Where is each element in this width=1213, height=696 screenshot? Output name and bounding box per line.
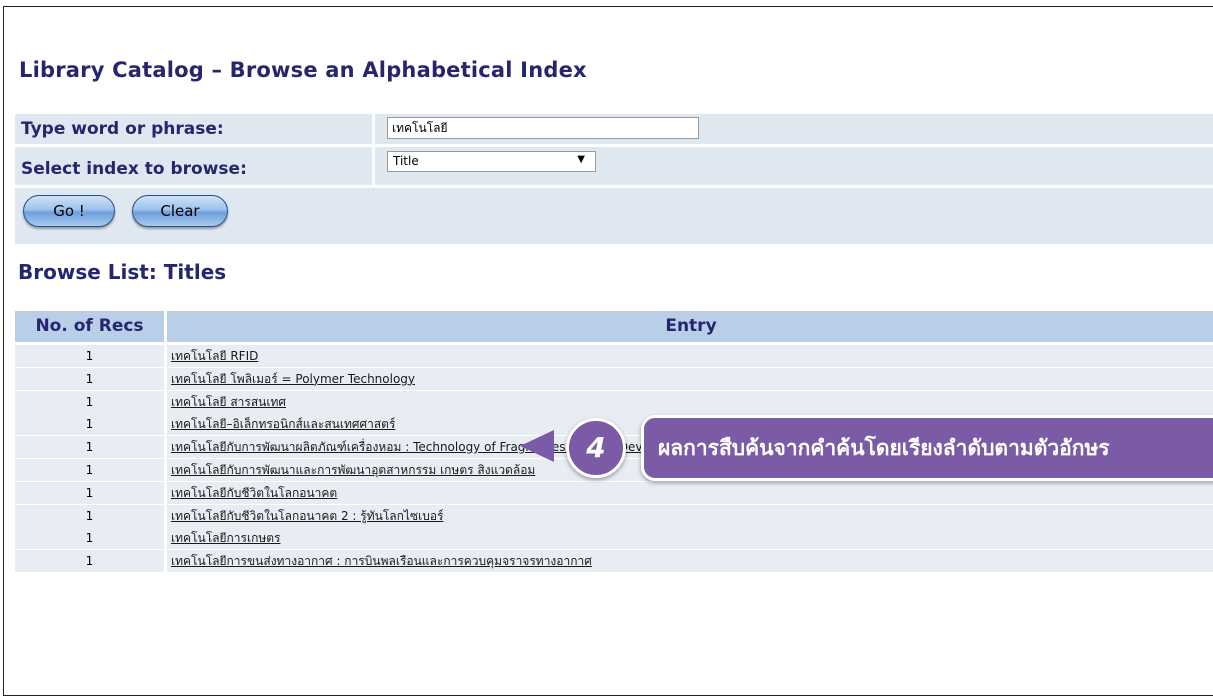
entry-cell: เทคโนโลยีการขนส่งทางอากาศ : การบินพลเรือ… — [167, 550, 1213, 573]
browse-list-title: Browse List: Titles — [18, 260, 227, 284]
callout-text: ผลการสืบค้นจากคำค้นโดยเรียงลำดับตามตัวอั… — [641, 415, 1213, 481]
recs-count: 1 — [15, 367, 164, 390]
results-header: No. of Recs Entry — [15, 311, 1213, 342]
entry-link[interactable]: เทคโนโลยี RFID — [171, 349, 258, 363]
recs-count: 1 — [15, 504, 164, 527]
page-title: Library Catalog – Browse an Alphabetical… — [19, 58, 587, 82]
column-header-recs: No. of Recs — [15, 311, 164, 342]
index-label: Select index to browse: — [21, 159, 247, 179]
table-row: 1 เทคโนโลยี สารสนเทศ — [15, 390, 1213, 413]
index-select[interactable]: Title ▼ — [387, 151, 596, 172]
index-select-value: Title — [393, 154, 419, 168]
recs-count: 1 — [15, 390, 164, 413]
entry-link[interactable]: เทคโนโลยีการเกษตร — [171, 531, 280, 545]
entry-link[interactable]: เทคโนโลยีกับชีวิตในโลกอนาคต 2 : รู้ทันโล… — [171, 509, 443, 523]
entry-cell: เทคโนโลยีกับชีวิตในโลกอนาคต — [167, 481, 1213, 504]
callout-arrow-icon — [520, 430, 554, 462]
entry-link[interactable]: เทคโนโลยี สารสนเทศ — [171, 395, 286, 409]
entry-cell: เทคโนโลยีกับชีวิตในโลกอนาคต 2 : รู้ทันโล… — [167, 504, 1213, 527]
table-row: 1 เทคโนโลยี RFID — [15, 345, 1213, 367]
dropdown-arrow-icon: ▼ — [577, 154, 585, 165]
entry-cell: เทคโนโลยี โพลิเมอร์ = Polymer Technology — [167, 367, 1213, 390]
button-row: Go ! Clear — [15, 188, 1213, 244]
recs-count: 1 — [15, 436, 164, 459]
index-row: Select index to browse: Title ▼ — [15, 147, 1213, 185]
entry-cell: เทคโนโลยี สารสนเทศ — [167, 390, 1213, 413]
table-row: 1 เทคโนโลยีกับชีวิตในโลกอนาคต 2 : รู้ทันโ… — [15, 504, 1213, 527]
entry-link[interactable]: เทคโนโลยี–อิเล็กทรอนิกส์และสนเทศศาสตร์ — [171, 417, 395, 431]
table-row: 1 เทคโนโลยีการเกษตร — [15, 527, 1213, 550]
go-button[interactable]: Go ! — [23, 195, 115, 227]
entry-link[interactable]: เทคโนโลยี โพลิเมอร์ = Polymer Technology — [171, 372, 415, 386]
table-row: 1 เทคโนโลยีการขนส่งทางอากาศ : การบินพลเรื… — [15, 550, 1213, 573]
word-label: Type word or phrase: — [21, 119, 224, 139]
recs-count: 1 — [15, 481, 164, 504]
entry-link[interactable]: เทคโนโลยีกับการพัฒนาและการพัฒนาอุตสาหกรร… — [171, 463, 535, 477]
form-divider — [372, 147, 375, 185]
table-row: 1 เทคโนโลยีกับชีวิตในโลกอนาคต — [15, 481, 1213, 504]
entry-cell: เทคโนโลยีการเกษตร — [167, 527, 1213, 550]
entry-cell: เทคโนโลยี RFID — [167, 345, 1213, 367]
table-row: 1 เทคโนโลยี โพลิเมอร์ = Polymer Technolog… — [15, 367, 1213, 390]
column-header-entry: Entry — [167, 311, 1213, 342]
clear-button[interactable]: Clear — [132, 195, 228, 227]
recs-count: 1 — [15, 413, 164, 436]
entry-link[interactable]: เทคโนโลยีการขนส่งทางอากาศ : การบินพลเรือ… — [171, 554, 592, 568]
form-divider — [372, 114, 375, 144]
word-row: Type word or phrase: — [15, 114, 1213, 144]
recs-count: 1 — [15, 459, 164, 481]
recs-count: 1 — [15, 527, 164, 550]
entry-link[interactable]: เทคโนโลยีกับชีวิตในโลกอนาคต — [171, 486, 337, 500]
step-number-badge: 4 — [566, 418, 626, 478]
recs-count: 1 — [15, 345, 164, 367]
search-input[interactable] — [387, 117, 699, 139]
recs-count: 1 — [15, 550, 164, 573]
